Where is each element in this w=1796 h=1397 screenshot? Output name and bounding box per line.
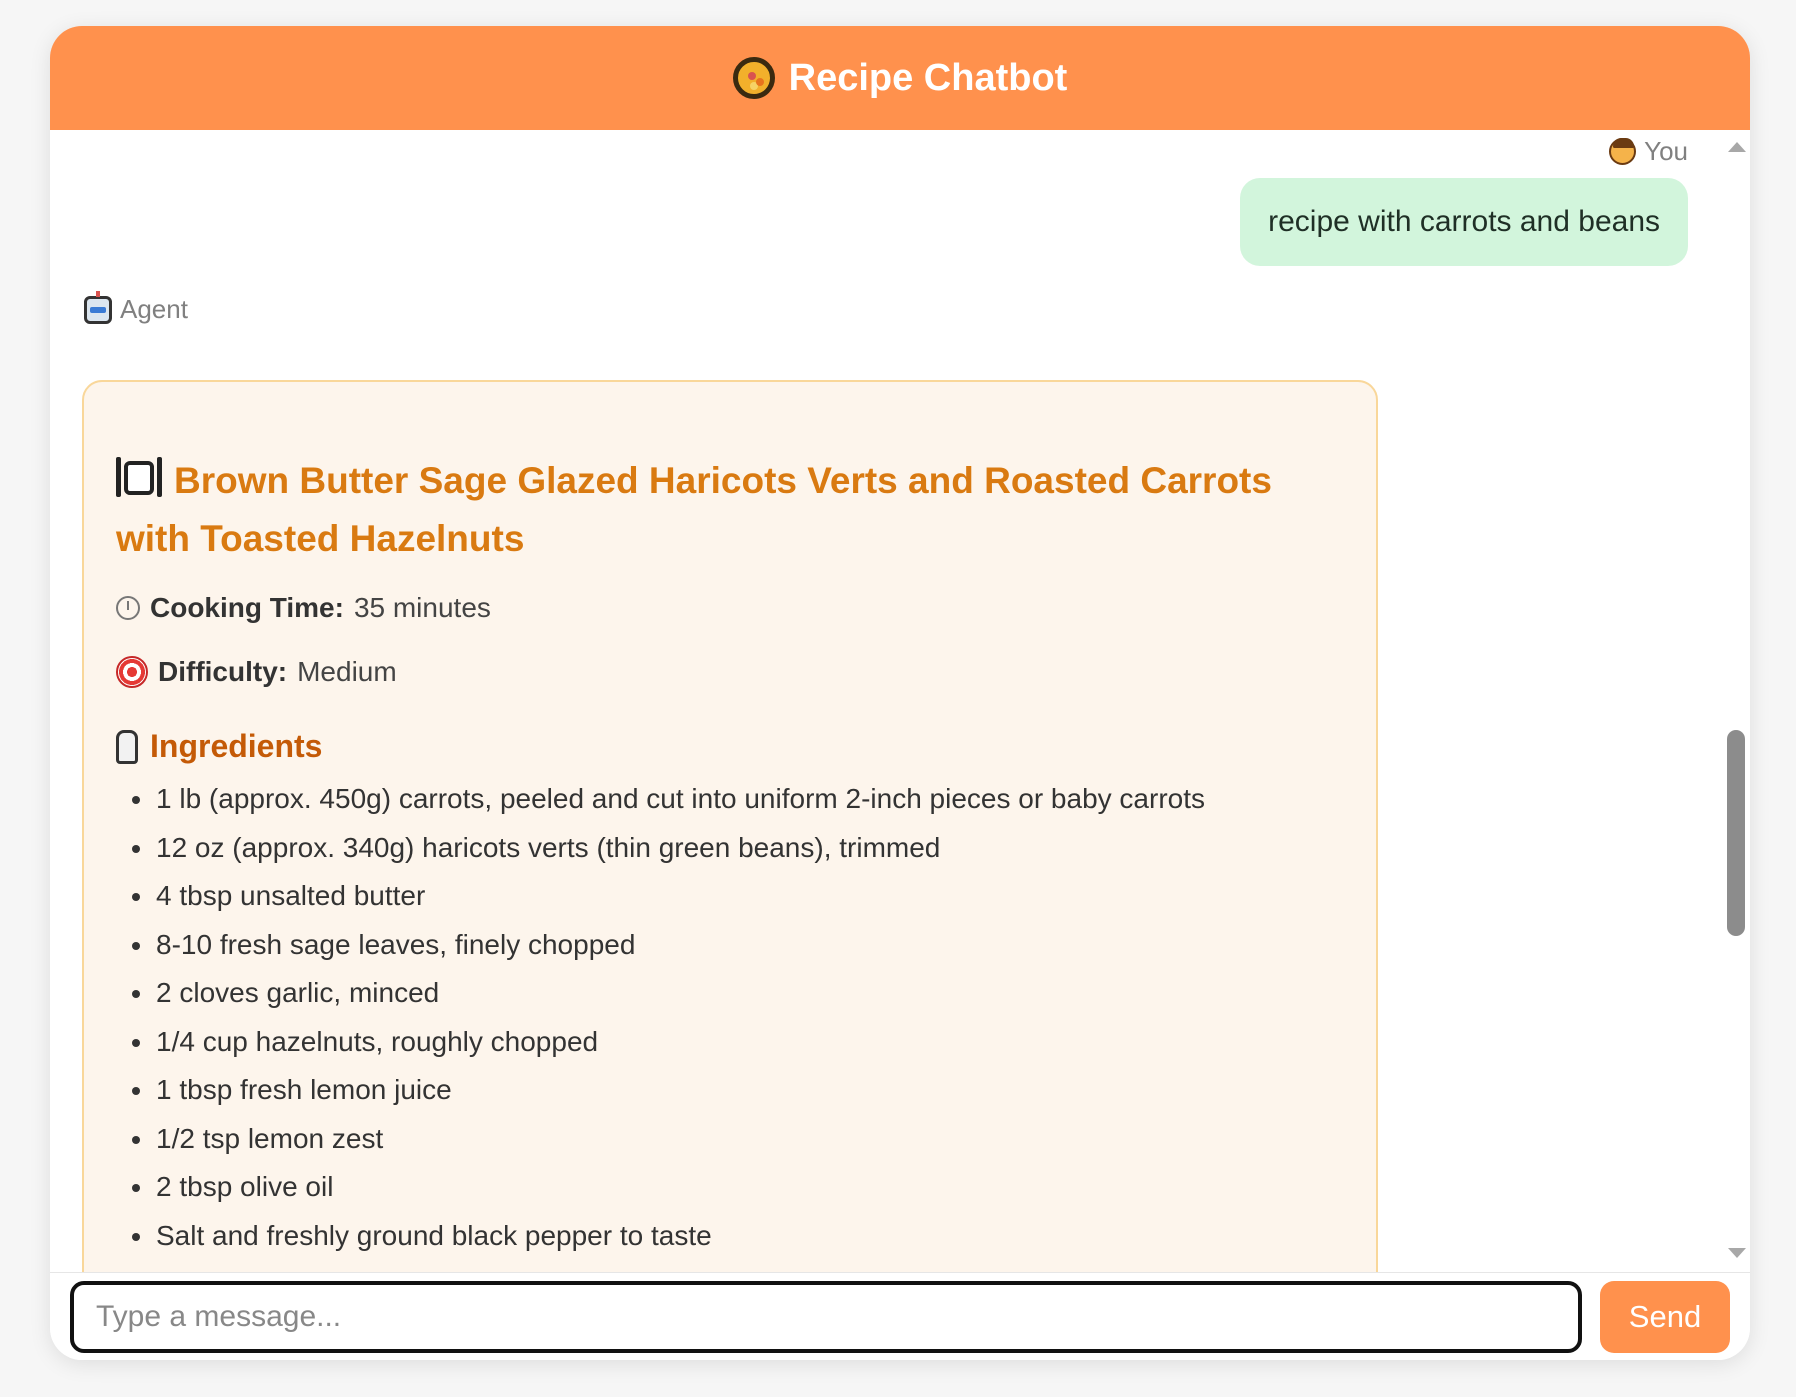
ingredients-heading: Ingredients	[116, 728, 1344, 765]
app-title: Recipe Chatbot	[788, 56, 1068, 99]
paella-pan-icon	[732, 57, 775, 99]
salt-shaker-icon	[116, 729, 138, 764]
ingredient-item: 1 tbsp fresh lemon juice	[132, 1066, 1344, 1115]
recipe-title-text: Brown Butter Sage Glazed Haricots Verts …	[116, 460, 1272, 559]
ingredient-item: 2 cloves garlic, minced	[132, 969, 1344, 1018]
stopwatch-icon	[116, 596, 140, 620]
target-icon	[116, 656, 148, 688]
scrollbar-thumb[interactable]	[1727, 730, 1745, 936]
user-label-text: You	[1644, 136, 1688, 166]
ingredients-heading-text: Ingredients	[150, 728, 323, 764]
app-header: Recipe Chatbot	[50, 26, 1750, 130]
chat-messages[interactable]: You recipe with carrots and beans Agent …	[50, 130, 1750, 1272]
recipe-title: Brown Butter Sage Glazed Haricots Verts …	[116, 452, 1344, 568]
ingredient-item: 12 oz (approx. 340g) haricots verts (thi…	[132, 824, 1344, 873]
fork-knife-plate-icon	[116, 457, 162, 497]
ingredient-item: 4 tbsp unsalted butter	[132, 872, 1344, 921]
difficulty-row: Difficulty: Medium	[116, 656, 1344, 688]
difficulty-label: Difficulty:	[158, 656, 288, 687]
message-composer: Send	[50, 1272, 1750, 1360]
user-sender-label: You	[1609, 136, 1688, 167]
ingredient-item: 1 lb (approx. 450g) carrots, peeled and …	[132, 775, 1344, 824]
scroll-down-arrow-icon[interactable]	[1728, 1248, 1746, 1258]
person-avatar-icon	[1609, 138, 1637, 165]
ingredient-item: 8-10 fresh sage leaves, finely chopped	[132, 921, 1344, 970]
ingredient-item: Salt and freshly ground black pepper to …	[132, 1212, 1344, 1261]
cooking-time-row: Cooking Time: 35 minutes	[116, 592, 1344, 624]
recipe-card: Brown Butter Sage Glazed Haricots Verts …	[82, 380, 1378, 1272]
cooking-time-value: 35 minutes	[353, 592, 491, 623]
message-input[interactable]	[70, 1280, 1582, 1353]
ingredients-list: 1 lb (approx. 450g) carrots, peeled and …	[116, 775, 1344, 1260]
agent-sender-label: Agent	[84, 290, 188, 325]
chat-app: Recipe Chatbot You recipe with carrots a…	[50, 26, 1750, 1360]
scroll-up-arrow-icon[interactable]	[1728, 142, 1746, 152]
send-button[interactable]: Send	[1600, 1280, 1730, 1353]
chat-scrollbar[interactable]	[1722, 130, 1750, 1272]
ingredient-item: 2 tbsp olive oil	[132, 1163, 1344, 1212]
user-message-bubble: recipe with carrots and beans	[1240, 178, 1688, 266]
robot-avatar-icon	[84, 290, 112, 324]
difficulty-value: Medium	[297, 656, 397, 687]
ingredient-item: 1/4 cup hazelnuts, roughly chopped	[132, 1018, 1344, 1067]
agent-label-text: Agent	[120, 294, 188, 324]
ingredient-item: 1/2 tsp lemon zest	[132, 1115, 1344, 1164]
cooking-time-label: Cooking Time:	[150, 592, 344, 623]
